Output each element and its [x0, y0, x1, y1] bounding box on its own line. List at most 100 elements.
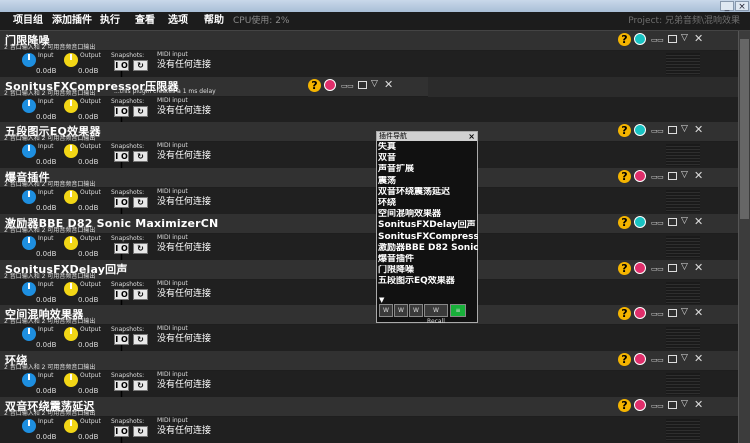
edit-icon[interactable]: ▭▭: [341, 82, 354, 90]
tool-button-3[interactable]: W: [409, 304, 423, 317]
tool-button-1[interactable]: W: [379, 304, 393, 317]
output-knob[interactable]: [64, 372, 78, 387]
tool-button-2[interactable]: W: [394, 304, 408, 317]
collapse-icon[interactable]: ▽: [681, 399, 688, 409]
window-icon[interactable]: [668, 263, 677, 272]
snapshot-button[interactable]: I O I: [114, 334, 129, 353]
navigator-item[interactable]: 环绕: [378, 198, 478, 209]
menu-project[interactable]: 项目组: [13, 12, 43, 30]
output-knob[interactable]: [64, 53, 78, 67]
snapshot-refresh-button[interactable]: ↻: [133, 425, 148, 437]
window-icon[interactable]: [668, 217, 677, 226]
navigator-item[interactable]: 门限降噪: [378, 265, 478, 276]
snapshot-refresh-button[interactable]: ↻: [133, 105, 148, 117]
input-knob[interactable]: [22, 281, 36, 296]
snapshot-button[interactable]: I O I: [114, 242, 129, 262]
input-knob[interactable]: [22, 418, 36, 433]
collapse-icon[interactable]: ▽: [681, 33, 688, 43]
navigator-item[interactable]: 失真: [378, 142, 478, 153]
power-icon[interactable]: [634, 215, 646, 228]
menu-view[interactable]: 查看: [135, 12, 155, 30]
remove-plugin-icon[interactable]: ✕: [694, 123, 703, 136]
output-knob[interactable]: [64, 190, 78, 205]
remove-plugin-icon[interactable]: ✕: [694, 352, 703, 365]
navigator-item[interactable]: 爆音插件: [378, 254, 478, 265]
plugin-header[interactable]: SonitusFXDelay回声 2 音口输入和 2 可用音频音口输出 ? ▭▭…: [0, 259, 738, 280]
snapshot-refresh-button[interactable]: ↻: [133, 288, 148, 300]
edit-icon[interactable]: ▭▭: [651, 402, 664, 410]
collapse-icon[interactable]: ▽: [681, 170, 688, 180]
navigator-item[interactable]: 声音扩展: [378, 164, 478, 175]
edit-icon[interactable]: ▭▭: [651, 36, 664, 44]
snapshot-button[interactable]: I O I: [114, 105, 129, 125]
remove-plugin-icon[interactable]: ✕: [694, 169, 703, 182]
navigator-item[interactable]: 震荡: [378, 176, 478, 187]
plugin-header[interactable]: SonitusFXCompressor压限器 2 音口输入和 2 可用音频音口输…: [0, 76, 428, 97]
output-knob[interactable]: [64, 418, 78, 433]
edit-icon[interactable]: ▭▭: [651, 265, 664, 273]
power-icon[interactable]: [634, 307, 646, 320]
plugin-header[interactable]: 五段图示EQ效果器 2 音口输入和 2 可用音频音口输出 ? ▭▭ ▽ ✕: [0, 122, 738, 143]
output-knob[interactable]: [64, 327, 78, 342]
input-knob[interactable]: [22, 235, 36, 250]
navigator-close-icon[interactable]: ×: [468, 132, 475, 141]
plugin-header[interactable]: 空间混响效果器 2 音口输入和 2 可用音频音口输出 ? ▭▭ ▽ ✕: [0, 305, 738, 326]
list-view-button[interactable]: ≡: [450, 304, 466, 317]
collapse-icon[interactable]: ▽: [681, 353, 688, 363]
power-icon[interactable]: [634, 261, 646, 274]
snapshot-refresh-button[interactable]: ↻: [133, 379, 148, 391]
snapshot-button[interactable]: I O I: [114, 60, 129, 79]
minimize-button[interactable]: _: [720, 1, 734, 12]
help-icon[interactable]: ?: [618, 352, 631, 366]
remove-plugin-icon[interactable]: ✕: [694, 261, 703, 274]
power-icon[interactable]: [634, 170, 646, 183]
help-icon[interactable]: ?: [618, 124, 631, 138]
window-icon[interactable]: [668, 35, 677, 43]
output-knob[interactable]: [64, 235, 78, 250]
navigator-item[interactable]: 空间混响效果器: [378, 209, 478, 220]
navigator-item[interactable]: 双音环绕震荡延迟: [378, 187, 478, 198]
edit-icon[interactable]: ▭▭: [651, 173, 664, 181]
snapshot-refresh-button[interactable]: ↻: [133, 242, 148, 254]
edit-icon[interactable]: ▭▭: [651, 219, 664, 227]
remove-plugin-icon[interactable]: ✕: [384, 78, 393, 91]
window-icon[interactable]: [668, 126, 677, 135]
remove-plugin-icon[interactable]: ✕: [694, 398, 703, 411]
edit-icon[interactable]: ▭▭: [651, 356, 664, 364]
remove-plugin-icon[interactable]: ✕: [694, 215, 703, 228]
snapshot-button[interactable]: I O I: [114, 151, 129, 170]
input-knob[interactable]: [22, 327, 36, 342]
remove-plugin-icon[interactable]: ✕: [694, 32, 703, 45]
menu-options[interactable]: 选项: [168, 12, 188, 30]
snapshot-refresh-button[interactable]: ↻: [133, 334, 148, 346]
scrollbar[interactable]: [738, 31, 750, 443]
snapshot-button[interactable]: I O I: [114, 197, 129, 216]
navigator-scroll-arrow-icon[interactable]: ▼: [379, 296, 384, 304]
input-knob[interactable]: [22, 372, 36, 387]
menu-help[interactable]: 帮助: [204, 12, 224, 30]
snapshot-refresh-button[interactable]: ↻: [133, 197, 148, 209]
window-icon[interactable]: [668, 354, 677, 363]
help-icon[interactable]: ?: [308, 78, 321, 92]
window-icon[interactable]: [358, 80, 367, 89]
edit-icon[interactable]: ▭▭: [651, 127, 664, 135]
snapshot-refresh-button[interactable]: ↻: [133, 60, 148, 71]
help-icon[interactable]: ?: [618, 398, 631, 412]
plugin-header[interactable]: 环绕 2 音口输入和 2 可用音频音口输出 ? ▭▭ ▽ ✕: [0, 350, 738, 371]
snapshot-button[interactable]: I O I: [114, 379, 129, 399]
close-window-button[interactable]: ×: [735, 1, 749, 12]
help-icon[interactable]: ?: [618, 215, 631, 229]
plugin-header[interactable]: 门限降噪 2 音口输入和 2 可用音频音口输出 ? ▭▭ ▽ ✕: [0, 31, 738, 51]
power-icon[interactable]: [634, 124, 646, 137]
power-icon[interactable]: [324, 78, 336, 91]
plugin-header[interactable]: 激励器BBE D82 Sonic MaximizerCN 2 音口输入和 2 可…: [0, 213, 738, 234]
snapshot-button[interactable]: I O I: [114, 288, 129, 308]
input-knob[interactable]: [22, 98, 36, 113]
help-icon[interactable]: ?: [618, 261, 631, 275]
collapse-icon[interactable]: ▽: [681, 124, 688, 134]
snapshot-refresh-button[interactable]: ↻: [133, 151, 148, 163]
input-knob[interactable]: [22, 53, 36, 67]
power-icon[interactable]: [634, 398, 646, 411]
window-icon[interactable]: [668, 309, 677, 318]
input-knob[interactable]: [22, 190, 36, 205]
